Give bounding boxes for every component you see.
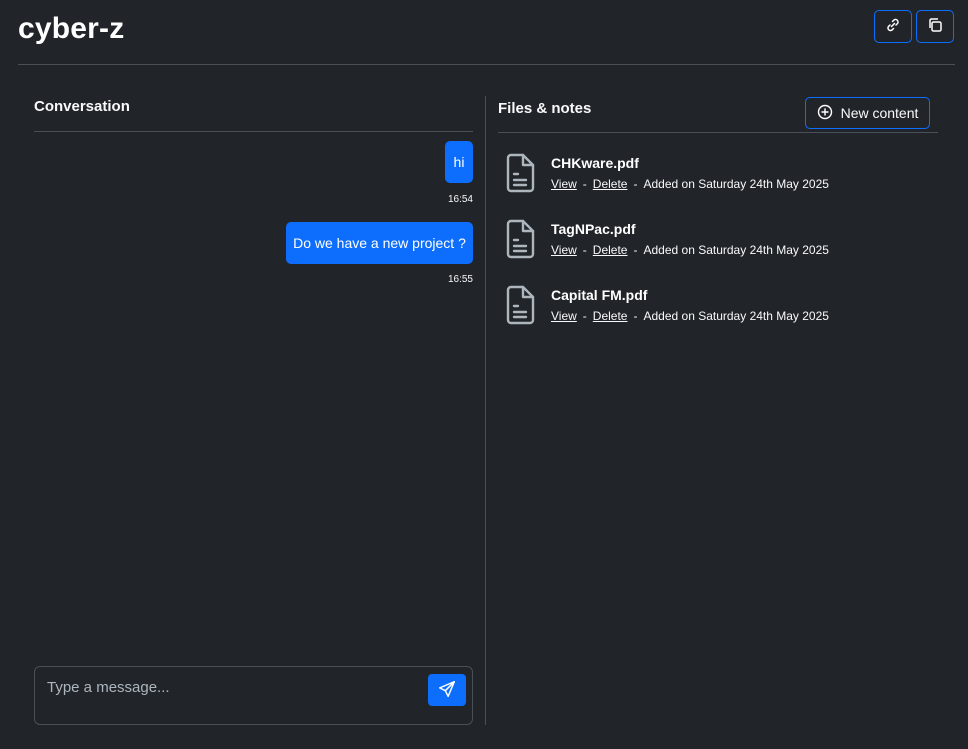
file-name: TagNPac.pdf — [551, 221, 636, 237]
message-bubble: hi — [445, 141, 473, 183]
file-meta: View - Delete - Added on Saturday 24th May 2… — [551, 177, 829, 191]
delete-link[interactable]: Delete — [593, 309, 628, 323]
conversation-divider — [34, 131, 473, 132]
plus-circle-icon — [817, 104, 833, 123]
message-time: 16:54 — [447, 194, 473, 205]
message-input[interactable] — [47, 675, 417, 699]
file-text-icon — [503, 153, 537, 198]
delete-link[interactable]: Delete — [593, 177, 628, 191]
file-meta: View - Delete - Added on Saturday 24th May 2… — [551, 309, 829, 323]
message-bubble: Do we have a new project ? — [286, 222, 473, 264]
separator: - — [633, 177, 638, 191]
added-date: Added on Saturday 24th May 2025 — [643, 243, 829, 257]
page: cyber-z Conversation hi 16:54 Do we have… — [0, 0, 968, 749]
new-content-button[interactable]: New content — [805, 97, 930, 129]
file-item: TagNPac.pdf View - Delete - Added on Saturda… — [503, 219, 923, 263]
file-text-icon — [503, 219, 537, 264]
file-item: CHKware.pdf View - Delete - Added on Saturda… — [503, 153, 923, 197]
separator: - — [633, 243, 638, 257]
copy-icon — [927, 17, 943, 36]
new-content-label: New content — [840, 105, 919, 121]
conversation-title: Conversation — [34, 98, 130, 115]
file-meta: View - Delete - Added on Saturday 24th May 2… — [551, 243, 829, 257]
copy-button[interactable] — [916, 10, 954, 43]
header-divider — [18, 64, 955, 65]
view-link[interactable]: View — [551, 243, 577, 257]
separator: - — [582, 309, 587, 323]
message-composer — [34, 666, 473, 725]
added-date: Added on Saturday 24th May 2025 — [643, 177, 829, 191]
separator: - — [582, 243, 587, 257]
files-divider — [498, 132, 938, 133]
view-link[interactable]: View — [551, 309, 577, 323]
added-date: Added on Saturday 24th May 2025 — [643, 309, 829, 323]
view-link[interactable]: View — [551, 177, 577, 191]
files-title: Files & notes — [498, 100, 592, 117]
copy-link-button[interactable] — [874, 10, 912, 43]
separator: - — [633, 309, 638, 323]
file-name: Capital FM.pdf — [551, 287, 648, 303]
delete-link[interactable]: Delete — [593, 243, 628, 257]
separator: - — [582, 177, 587, 191]
message-time: 16:55 — [447, 274, 473, 285]
file-text-icon — [503, 285, 537, 330]
send-icon — [438, 680, 456, 701]
link-icon — [885, 17, 901, 36]
file-name: CHKware.pdf — [551, 155, 639, 171]
panel-divider — [485, 96, 486, 725]
send-button[interactable] — [428, 674, 466, 706]
app-title: cyber-z — [18, 12, 125, 45]
file-item: Capital FM.pdf View - Delete - Added on Satu… — [503, 285, 923, 329]
